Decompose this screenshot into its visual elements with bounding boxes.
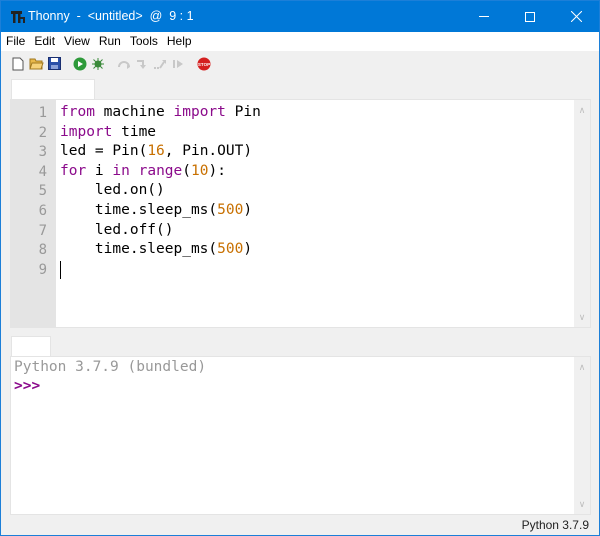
stop-button[interactable]: STOP bbox=[196, 56, 212, 72]
number-token: 500 bbox=[217, 241, 244, 258]
line-number-gutter: 1 2 3 4 5 6 7 8 9 bbox=[11, 100, 56, 327]
code-line: import time bbox=[60, 124, 156, 140]
resume-icon bbox=[173, 59, 183, 68]
menu-tools[interactable]: Tools bbox=[125, 32, 162, 51]
maximize-icon bbox=[525, 11, 535, 22]
code-token: time.sleep_ms( bbox=[60, 202, 218, 218]
step-over-button[interactable] bbox=[116, 56, 132, 72]
keyword-token: from bbox=[60, 104, 95, 120]
code-token: , Pin.OUT) bbox=[164, 143, 253, 160]
number-token: 10 bbox=[191, 162, 209, 179]
code-line: led = Pin(16, Pin.OUT) bbox=[60, 143, 252, 159]
number-token: 500 bbox=[217, 202, 244, 218]
code-token: ): bbox=[208, 162, 226, 179]
code-line: led.off() bbox=[60, 222, 174, 238]
text-cursor bbox=[60, 260, 61, 279]
code-token: i bbox=[86, 162, 113, 179]
menu-run[interactable]: Run bbox=[94, 32, 125, 51]
scroll-down-icon[interactable]: ∨ bbox=[577, 499, 587, 509]
code-token: ( bbox=[182, 162, 191, 179]
code-line: for i in range(10): bbox=[60, 163, 226, 179]
keyword-token: for bbox=[60, 162, 87, 179]
tab-untitled[interactable]: <untitled> *× bbox=[11, 79, 104, 114]
line-number: 1 bbox=[38, 105, 47, 121]
editor-scrollbar[interactable]: ∧ ∨ bbox=[574, 100, 590, 327]
code-token: time bbox=[112, 123, 157, 140]
line-number: 5 bbox=[38, 183, 47, 200]
save-button[interactable] bbox=[46, 56, 62, 72]
tab-shell[interactable]: Shell× bbox=[11, 336, 71, 371]
code-line: led.on() bbox=[60, 182, 165, 198]
title-bar[interactable]: Thonny - <untitled> @ 9 : 1 bbox=[1, 1, 599, 32]
code-token: ) bbox=[243, 241, 253, 258]
status-bar: Python 3.7.9 bbox=[1, 515, 599, 535]
new-file-button[interactable] bbox=[10, 56, 26, 72]
line-number: 6 bbox=[38, 203, 47, 219]
scroll-down-icon[interactable]: ∨ bbox=[577, 312, 587, 322]
save-icon bbox=[47, 57, 61, 70]
line-number: 8 bbox=[38, 242, 47, 259]
code-line: from machine import Pin bbox=[60, 104, 261, 120]
close-button[interactable] bbox=[553, 1, 599, 32]
menu-file[interactable]: File bbox=[1, 32, 29, 51]
code-token: time.sleep_ms( bbox=[60, 241, 218, 258]
minimize-icon bbox=[479, 16, 489, 17]
code-editor[interactable]: 1 2 3 4 5 6 7 8 9 from machine import Pi… bbox=[10, 99, 591, 328]
svg-text:STOP: STOP bbox=[198, 61, 210, 66]
keyword-token: import bbox=[173, 104, 226, 120]
step-out-icon bbox=[154, 59, 166, 69]
menu-help[interactable]: Help bbox=[162, 32, 196, 51]
maximize-button[interactable] bbox=[507, 1, 553, 32]
toolbar: STOP bbox=[1, 51, 599, 76]
shell-scrollbar[interactable]: ∧ ∨ bbox=[574, 357, 590, 514]
menu-edit[interactable]: Edit bbox=[29, 32, 59, 51]
menu-view[interactable]: View bbox=[59, 32, 94, 51]
run-icon bbox=[73, 57, 87, 70]
number-token: 16 bbox=[147, 143, 165, 160]
line-number: 4 bbox=[38, 163, 47, 180]
code-line: time.sleep_ms(500) bbox=[60, 241, 252, 257]
code-token: Pin bbox=[225, 104, 261, 120]
line-number: 2 bbox=[38, 124, 47, 141]
keyword-token: range bbox=[138, 162, 183, 179]
debug-button[interactable] bbox=[90, 56, 106, 72]
shell-banner: Python 3.7.9 (bundled) bbox=[14, 359, 207, 375]
keyword-token: import bbox=[60, 123, 113, 140]
close-icon bbox=[570, 11, 582, 22]
minimize-button[interactable] bbox=[461, 1, 507, 32]
debug-icon bbox=[92, 57, 104, 70]
code-token: ) bbox=[243, 202, 253, 218]
code-token: led = Pin( bbox=[60, 143, 148, 160]
folder-open-icon bbox=[28, 58, 44, 70]
step-over-icon bbox=[118, 60, 130, 69]
thonny-window: Thonny - <untitled> @ 9 : 1 File Edit Vi… bbox=[0, 0, 600, 536]
code-token: led.on() bbox=[60, 182, 165, 199]
new-file-icon bbox=[12, 57, 24, 70]
keyword-token: in bbox=[112, 162, 130, 179]
run-button[interactable] bbox=[72, 56, 88, 72]
stop-icon: STOP bbox=[197, 57, 211, 70]
step-into-button[interactable] bbox=[134, 56, 150, 72]
scroll-up-icon[interactable]: ∧ bbox=[577, 362, 587, 372]
line-number: 3 bbox=[38, 144, 47, 161]
shell-prompt[interactable]: >>> bbox=[14, 378, 40, 394]
menu-bar: File Edit View Run Tools Help bbox=[1, 32, 599, 51]
step-out-button[interactable] bbox=[152, 56, 168, 72]
code-area[interactable]: from machine import Pin import time led = … bbox=[60, 100, 574, 327]
window-title: Thonny - <untitled> @ 9 : 1 bbox=[28, 9, 194, 23]
line-number: 7 bbox=[38, 222, 47, 239]
scroll-up-icon[interactable]: ∧ bbox=[577, 105, 587, 115]
code-token: led.off() bbox=[60, 221, 174, 238]
step-into-icon bbox=[137, 59, 146, 69]
resume-button[interactable] bbox=[170, 56, 186, 72]
thonny-logo-icon bbox=[11, 11, 25, 23]
code-line: time.sleep_ms(500) bbox=[60, 202, 252, 218]
code-token: machine bbox=[94, 104, 174, 120]
line-number: 9 bbox=[38, 261, 47, 278]
shell-panel[interactable]: Python 3.7.9 (bundled) >>> ∧ ∨ bbox=[10, 356, 591, 515]
open-file-button[interactable] bbox=[28, 56, 44, 72]
interpreter-status[interactable]: Python 3.7.9 bbox=[522, 518, 589, 532]
